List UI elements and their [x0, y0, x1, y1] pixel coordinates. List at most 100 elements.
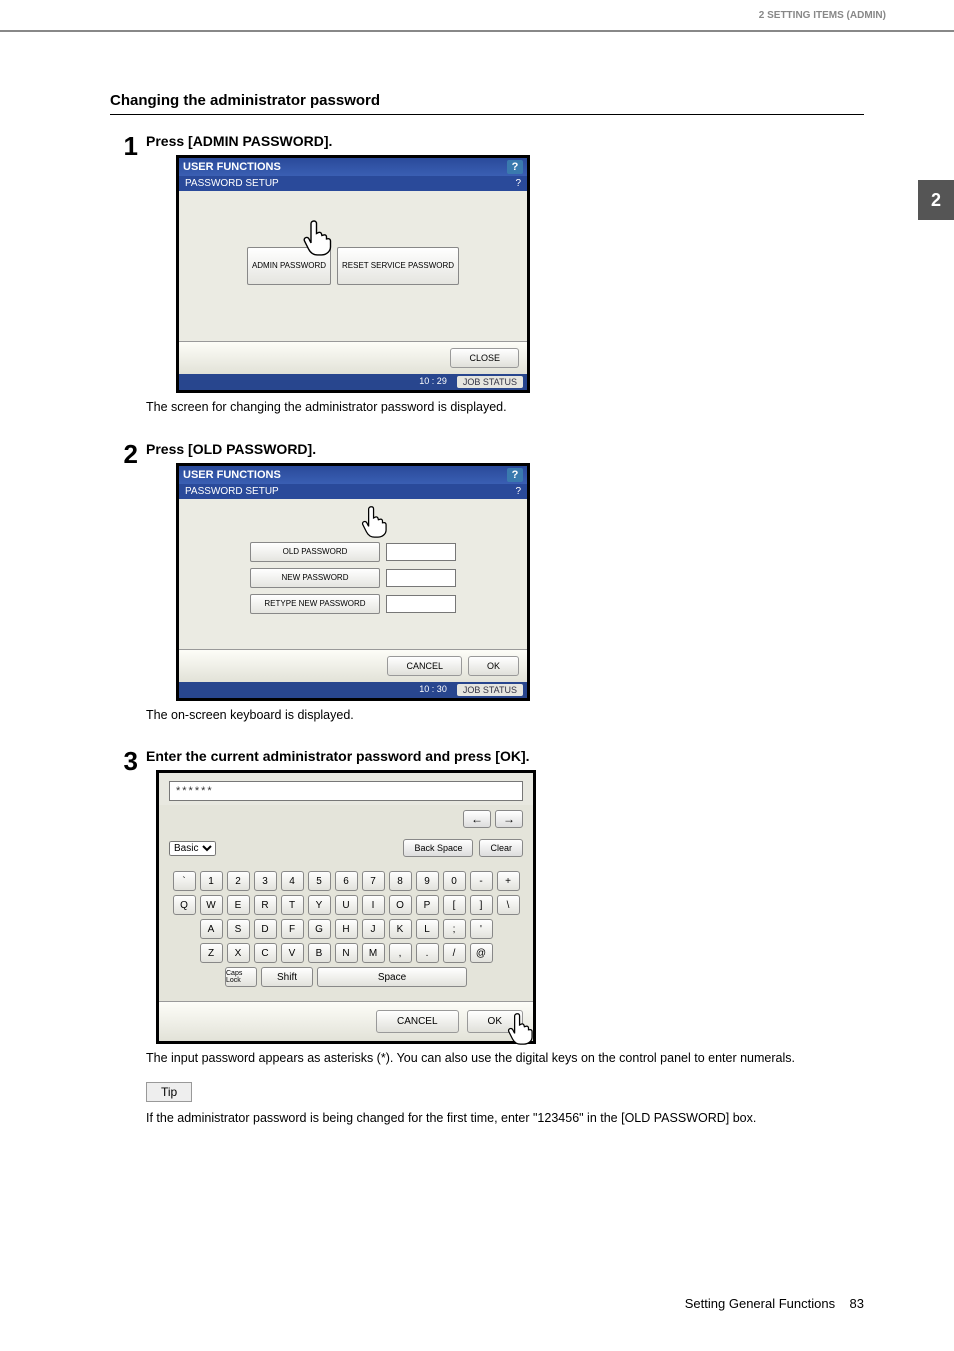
key-5[interactable]: 5 — [308, 871, 331, 891]
top-bar: 2 SETTING ITEMS (ADMIN) — [0, 0, 954, 32]
key-[[interactable]: [ — [443, 895, 466, 915]
job-status-button[interactable]: JOB STATUS — [457, 684, 523, 696]
panel-subtitle: PASSWORD SETUP — [185, 178, 279, 189]
help-icon[interactable]: ? — [507, 468, 523, 482]
key-1[interactable]: 1 — [200, 871, 223, 891]
cancel-button[interactable]: CANCEL — [387, 656, 462, 676]
keyboard-keys: `1234567890-+ QWERTYUIOP[]\ ASDFGHJKL;' … — [159, 863, 533, 1001]
key-V[interactable]: V — [281, 943, 304, 963]
panel-title: USER FUNCTIONS — [183, 161, 281, 173]
key-Y[interactable]: Y — [308, 895, 331, 915]
page-footer: Setting General Functions 83 — [685, 1296, 864, 1311]
step-heading: Enter the current administrator password… — [146, 748, 864, 764]
step-number: 1 — [110, 133, 146, 431]
key-8[interactable]: 8 — [389, 871, 412, 891]
step-3: 3 Enter the current administrator passwo… — [110, 748, 864, 1141]
key-E[interactable]: E — [227, 895, 250, 915]
key-M[interactable]: M — [362, 943, 385, 963]
key-T[interactable]: T — [281, 895, 304, 915]
space-key[interactable]: Space — [317, 967, 467, 987]
arrow-left-icon[interactable]: ← — [463, 810, 491, 828]
key-2[interactable]: 2 — [227, 871, 250, 891]
panel-title: USER FUNCTIONS — [183, 469, 281, 481]
key-N[interactable]: N — [335, 943, 358, 963]
key-R[interactable]: R — [254, 895, 277, 915]
screenshot-keyboard: ****** ← → Basic Back Space Clear `1 — [156, 770, 536, 1044]
key-A[interactable]: A — [200, 919, 223, 939]
help-icon[interactable]: ? — [515, 486, 521, 497]
key-P[interactable]: P — [416, 895, 439, 915]
ok-button[interactable]: OK — [468, 656, 519, 676]
keyboard-mode-select[interactable]: Basic — [169, 841, 216, 856]
key-J[interactable]: J — [362, 919, 385, 939]
key-'[interactable]: ' — [470, 919, 493, 939]
key-/[interactable]: / — [443, 943, 466, 963]
old-password-button[interactable]: OLD PASSWORD — [250, 542, 380, 562]
key-F[interactable]: F — [281, 919, 304, 939]
step-description: The input password appears as asterisks … — [146, 1050, 864, 1068]
close-button[interactable]: CLOSE — [450, 348, 519, 368]
retype-new-password-button[interactable]: RETYPE NEW PASSWORD — [250, 594, 380, 614]
key-B[interactable]: B — [308, 943, 331, 963]
key-4[interactable]: 4 — [281, 871, 304, 891]
key-X[interactable]: X — [227, 943, 250, 963]
screenshot-password-setup-2: USER FUNCTIONS ? PASSWORD SETUP ? OLD PA… — [176, 463, 530, 701]
new-password-field[interactable] — [386, 569, 456, 587]
key-@[interactable]: @ — [470, 943, 493, 963]
key-G[interactable]: G — [308, 919, 331, 939]
pointer-hand-icon — [359, 505, 389, 539]
password-input[interactable]: ****** — [169, 781, 523, 801]
key-S[interactable]: S — [227, 919, 250, 939]
job-status-button[interactable]: JOB STATUS — [457, 376, 523, 388]
reset-service-password-button[interactable]: RESET SERVICE PASSWORD — [337, 247, 459, 285]
retype-new-password-field[interactable] — [386, 595, 456, 613]
key--[interactable]: - — [470, 871, 493, 891]
old-password-field[interactable] — [386, 543, 456, 561]
clear-button[interactable]: Clear — [479, 839, 523, 857]
key-C[interactable]: C — [254, 943, 277, 963]
key-][interactable]: ] — [470, 895, 493, 915]
key-Q[interactable]: Q — [173, 895, 196, 915]
key-L[interactable]: L — [416, 919, 439, 939]
shift-key[interactable]: Shift — [261, 967, 313, 987]
key-7[interactable]: 7 — [362, 871, 385, 891]
cancel-button[interactable]: CANCEL — [376, 1010, 459, 1033]
pointer-hand-icon — [301, 219, 333, 257]
key-9[interactable]: 9 — [416, 871, 439, 891]
key-6[interactable]: 6 — [335, 871, 358, 891]
step-heading: Press [OLD PASSWORD]. — [146, 441, 864, 457]
key-.[interactable]: . — [416, 943, 439, 963]
help-icon[interactable]: ? — [515, 178, 521, 189]
key-Z[interactable]: Z — [200, 943, 223, 963]
screenshot-password-setup-1: USER FUNCTIONS ? PASSWORD SETUP ? ADMIN … — [176, 155, 530, 393]
panel-subtitle: PASSWORD SETUP — [185, 486, 279, 497]
backspace-button[interactable]: Back Space — [403, 839, 473, 857]
side-tab: 2 — [918, 180, 954, 220]
clock: 10 : 29 — [419, 376, 447, 388]
key-H[interactable]: H — [335, 919, 358, 939]
key-I[interactable]: I — [362, 895, 385, 915]
step-1: 1 Press [ADMIN PASSWORD]. USER FUNCTIONS… — [110, 133, 864, 431]
key-;[interactable]: ; — [443, 919, 466, 939]
capslock-key[interactable]: Caps Lock — [225, 967, 257, 987]
key-K[interactable]: K — [389, 919, 412, 939]
chapter-header: 2 SETTING ITEMS (ADMIN) — [751, 7, 894, 24]
key-+[interactable]: + — [497, 871, 520, 891]
key-U[interactable]: U — [335, 895, 358, 915]
key-\[interactable]: \ — [497, 895, 520, 915]
help-icon[interactable]: ? — [507, 160, 523, 174]
footer-page-number: 83 — [850, 1296, 864, 1311]
new-password-button[interactable]: NEW PASSWORD — [250, 568, 380, 588]
section-title: Changing the administrator password — [110, 92, 864, 115]
key-`[interactable]: ` — [173, 871, 196, 891]
key-D[interactable]: D — [254, 919, 277, 939]
key-W[interactable]: W — [200, 895, 223, 915]
key-,[interactable]: , — [389, 943, 412, 963]
step-description: The on-screen keyboard is displayed. — [146, 707, 864, 725]
key-O[interactable]: O — [389, 895, 412, 915]
key-0[interactable]: 0 — [443, 871, 466, 891]
pointer-hand-icon — [505, 1012, 535, 1046]
step-number: 2 — [110, 441, 146, 739]
arrow-right-icon[interactable]: → — [495, 810, 523, 828]
key-3[interactable]: 3 — [254, 871, 277, 891]
